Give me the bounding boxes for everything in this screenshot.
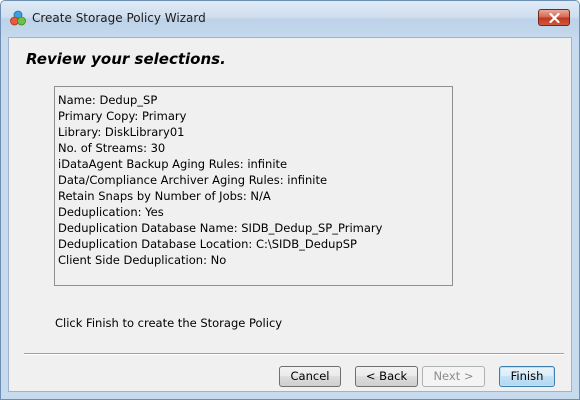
summary-line-name: Name: Dedup_SP (58, 93, 158, 107)
summary-panel: Name: Dedup_SP Primary Copy: Primary Lib… (54, 86, 453, 286)
summary-line-library: Library: DiskLibrary01 (58, 125, 185, 139)
finish-instruction: Click Finish to create the Storage Polic… (55, 316, 283, 330)
finish-button[interactable]: Finish (499, 366, 555, 387)
title-bar[interactable]: Create Storage Policy Wizard (1, 1, 579, 37)
summary-line-primary-copy: Primary Copy: Primary (58, 109, 187, 123)
summary-line-archiver-aging: Data/Compliance Archiver Aging Rules: in… (58, 173, 328, 187)
summary-line-ddb-location: Deduplication Database Location: C:\SIDB… (58, 237, 357, 251)
storage-policy-icon (10, 10, 26, 26)
page-heading: Review your selections. (26, 50, 226, 68)
button-separator (24, 353, 564, 355)
close-button[interactable] (538, 9, 570, 26)
window-title: Create Storage Policy Wizard (32, 11, 206, 25)
next-button[interactable]: Next > (422, 366, 485, 387)
summary-line-streams: No. of Streams: 30 (58, 141, 166, 155)
summary-line-retain-snaps: Retain Snaps by Number of Jobs: N/A (58, 189, 271, 203)
dialog-body: Review your selections. Name: Dedup_SP P… (8, 37, 572, 392)
summary-line-ddb-name: Deduplication Database Name: SIDB_Dedup_… (58, 221, 383, 235)
wizard-window: Create Storage Policy Wizard Review your… (0, 0, 580, 400)
cancel-button[interactable]: Cancel (279, 366, 341, 387)
back-button[interactable]: < Back (355, 366, 418, 387)
summary-line-deduplication: Deduplication: Yes (58, 205, 164, 219)
summary-line-client-side-dedup: Client Side Deduplication: No (58, 253, 227, 267)
close-icon (549, 13, 560, 23)
summary-line-backup-aging: iDataAgent Backup Aging Rules: infinite (58, 157, 288, 171)
